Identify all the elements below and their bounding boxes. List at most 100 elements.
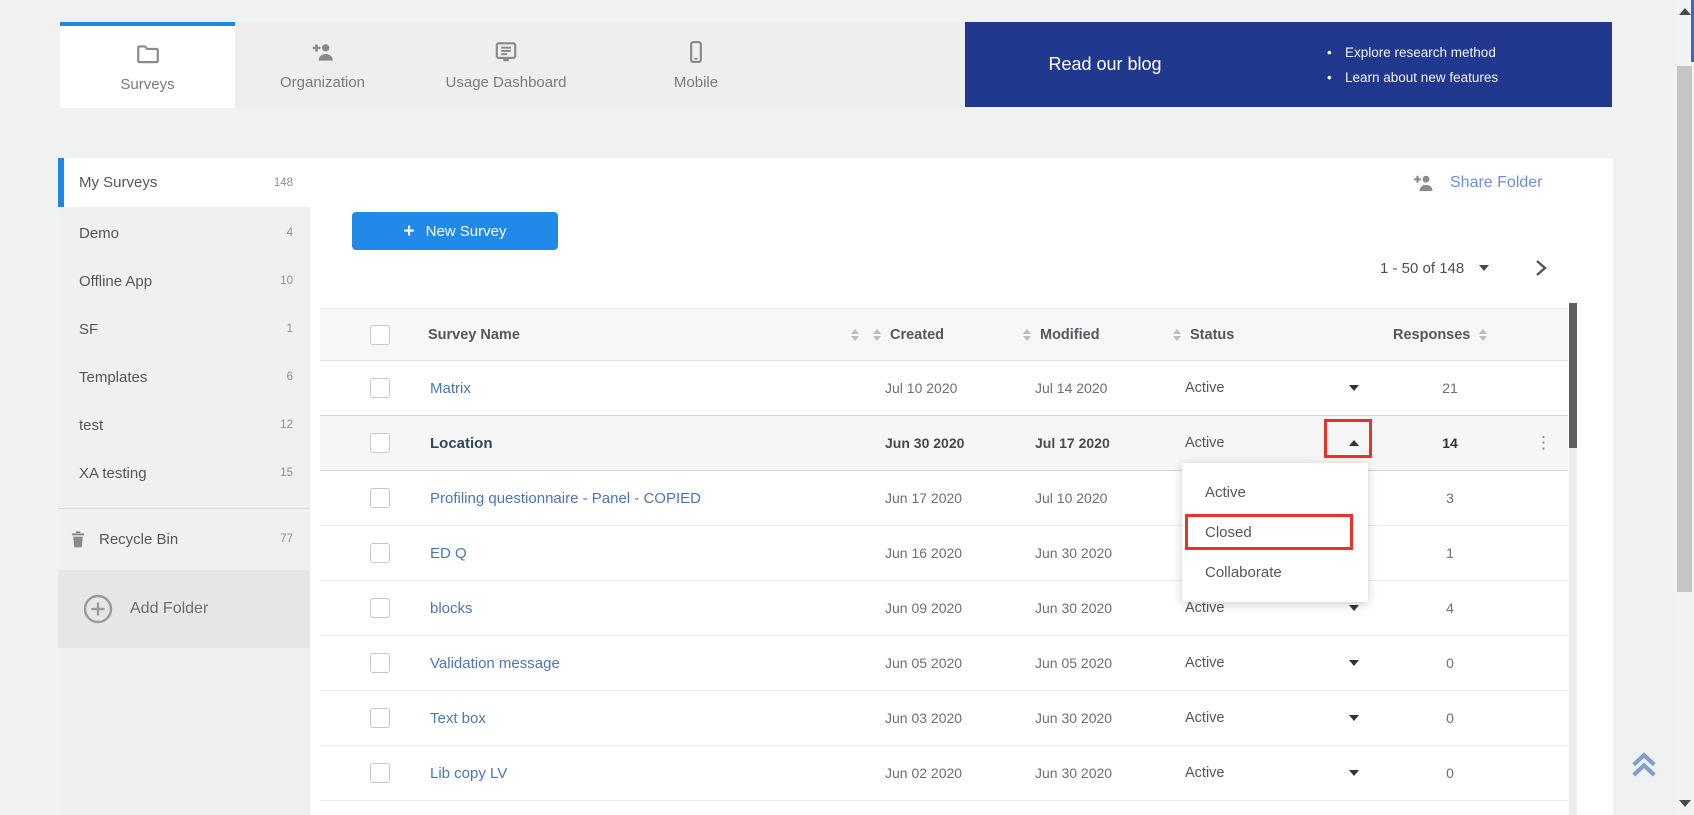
menu-item-active[interactable]: Active (1182, 472, 1368, 512)
table-row: Profiling questionnaire - Panel - COPIED… (320, 471, 1568, 526)
sidebar-item-templates[interactable]: Templates 6 (58, 353, 310, 401)
table-row: Matrix Jul 10 2020 Jul 14 2020 Active 21 (320, 361, 1568, 416)
status-caret-down-icon[interactable] (1349, 385, 1359, 391)
tab-organization[interactable]: Organization (235, 22, 410, 108)
page: Surveys Organization Usage Dashboard Mob… (0, 0, 1694, 815)
sort-icon[interactable] (1173, 329, 1181, 341)
sidebar-item-demo[interactable]: Demo 4 (58, 209, 310, 257)
row-checkbox[interactable] (370, 543, 390, 563)
responses-count: 14 (1380, 435, 1520, 451)
survey-name-link[interactable]: Lib copy LV (430, 765, 507, 782)
folder-label: test (79, 417, 280, 434)
scrollbar-up-arrow-icon[interactable] (1679, 8, 1691, 15)
dashboard-icon (493, 39, 519, 65)
table-row: Validation message Jun 05 2020 Jun 05 20… (320, 636, 1568, 691)
row-checkbox[interactable] (370, 488, 390, 508)
sidebar-item-my-surveys[interactable]: My Surveys 148 (58, 158, 310, 207)
survey-name-link[interactable]: Matrix (430, 380, 471, 397)
row-checkbox[interactable] (370, 598, 390, 618)
recycle-bin-label: Recycle Bin (99, 531, 280, 548)
menu-item-collaborate[interactable]: Collaborate (1182, 552, 1368, 592)
folder-label: XA testing (79, 465, 280, 482)
column-header-responses[interactable]: Responses (1380, 327, 1520, 343)
row-checkbox[interactable] (370, 708, 390, 728)
column-header-created[interactable]: Created (865, 327, 1015, 343)
modified-date: Jun 30 2020 (1015, 710, 1165, 726)
tab-usage-dashboard[interactable]: Usage Dashboard (410, 22, 602, 108)
table-row: blocks Jun 09 2020 Jun 30 2020 Active 4 (320, 581, 1568, 636)
table-row: Text box Jun 03 2020 Jun 30 2020 Active … (320, 691, 1568, 746)
next-page-chevron-icon[interactable] (1535, 259, 1547, 277)
page-scrollbar-track[interactable] (1675, 0, 1694, 815)
created-date: Jun 02 2020 (865, 765, 1015, 781)
table-scrollbar-thumb[interactable] (1569, 303, 1577, 448)
column-header-survey-name[interactable]: Survey Name (428, 327, 865, 343)
blog-banner-title[interactable]: Read our blog (965, 54, 1245, 75)
folder-icon (135, 41, 161, 67)
modified-date: Jul 14 2020 (1015, 380, 1165, 396)
sort-icon[interactable] (1479, 329, 1487, 341)
add-folder-button[interactable]: Add Folder (58, 570, 310, 648)
status-caret-down-icon[interactable] (1349, 660, 1359, 666)
sidebar-item-sf[interactable]: SF 1 (58, 305, 310, 353)
table-row: Lib copy LV Jun 02 2020 Jun 30 2020 Acti… (320, 746, 1568, 801)
row-checkbox[interactable] (370, 378, 390, 398)
sidebar-item-offline-app[interactable]: Offline App 10 (58, 257, 310, 305)
share-user-icon (1410, 171, 1437, 195)
status-value: Active (1165, 435, 1328, 451)
share-folder-label: Share Folder (1450, 174, 1543, 192)
scrollbar-down-arrow-icon[interactable] (1679, 800, 1691, 807)
add-folder-label: Add Folder (130, 600, 310, 618)
status-dropdown-menu: Active Closed Collaborate (1182, 463, 1368, 602)
survey-name-link[interactable]: ED Q (430, 545, 467, 562)
modified-date: Jun 30 2020 (1015, 765, 1165, 781)
survey-name-link[interactable]: Text box (430, 710, 486, 727)
tab-surveys[interactable]: Surveys (60, 22, 235, 108)
sort-icon[interactable] (851, 329, 859, 341)
row-checkbox[interactable] (370, 433, 390, 453)
pagination-range[interactable]: 1 - 50 of 148 (1380, 260, 1464, 277)
banner-bullet: Explore research method (1327, 40, 1498, 65)
table-header-row: Survey Name Created Modified Status Resp… (320, 308, 1568, 361)
tab-mobile[interactable]: Mobile (602, 22, 790, 108)
pagination-caret-icon[interactable] (1479, 265, 1489, 271)
new-survey-button[interactable]: + New Survey (352, 212, 558, 250)
kebab-menu-icon[interactable]: ⋮ (1520, 433, 1568, 453)
status-value: Active (1165, 765, 1328, 781)
survey-name-link[interactable]: blocks (430, 600, 473, 617)
table-scrollbar-track[interactable] (1569, 303, 1577, 815)
row-checkbox[interactable] (370, 653, 390, 673)
responses-count: 4 (1380, 600, 1520, 616)
page-scrollbar-thumb[interactable] (1677, 66, 1692, 592)
modified-date: Jun 30 2020 (1015, 600, 1165, 616)
folder-sidebar: My Surveys 148 Demo 4 Offline App 10 SF … (58, 158, 310, 815)
status-caret-down-icon[interactable] (1349, 605, 1359, 611)
tab-label: Mobile (674, 74, 718, 91)
recycle-bin-count: 77 (280, 533, 293, 545)
survey-name-link[interactable]: Validation message (430, 655, 560, 672)
status-caret-down-icon[interactable] (1349, 770, 1359, 776)
content-card: My Surveys 148 Demo 4 Offline App 10 SF … (58, 158, 1613, 815)
responses-count: 3 (1380, 490, 1520, 506)
survey-name-link[interactable]: Profiling questionnaire - Panel - COPIED (430, 490, 701, 507)
sidebar-item-recycle-bin[interactable]: Recycle Bin 77 (58, 509, 310, 569)
responses-count: 21 (1380, 380, 1520, 396)
sidebar-item-test[interactable]: test 12 (58, 401, 310, 449)
created-date: Jun 09 2020 (865, 600, 1015, 616)
scroll-to-top-icon[interactable] (1626, 748, 1662, 784)
row-checkbox[interactable] (370, 763, 390, 783)
column-header-status[interactable]: Status (1165, 327, 1328, 343)
column-header-modified[interactable]: Modified (1015, 327, 1165, 343)
status-caret-down-icon[interactable] (1349, 715, 1359, 721)
sort-icon[interactable] (873, 329, 881, 341)
share-folder-button[interactable]: Share Folder (1410, 171, 1543, 195)
folder-label: My Surveys (79, 174, 274, 191)
status-caret-up-icon[interactable] (1349, 440, 1359, 446)
menu-item-closed[interactable]: Closed (1182, 512, 1368, 552)
sort-icon[interactable] (1023, 329, 1031, 341)
pagination: 1 - 50 of 148 (1380, 259, 1547, 277)
survey-name-link[interactable]: Location (430, 435, 493, 452)
select-all-checkbox[interactable] (370, 325, 390, 345)
folder-count: 4 (287, 227, 293, 239)
sidebar-item-xa-testing[interactable]: XA testing 15 (58, 449, 310, 497)
